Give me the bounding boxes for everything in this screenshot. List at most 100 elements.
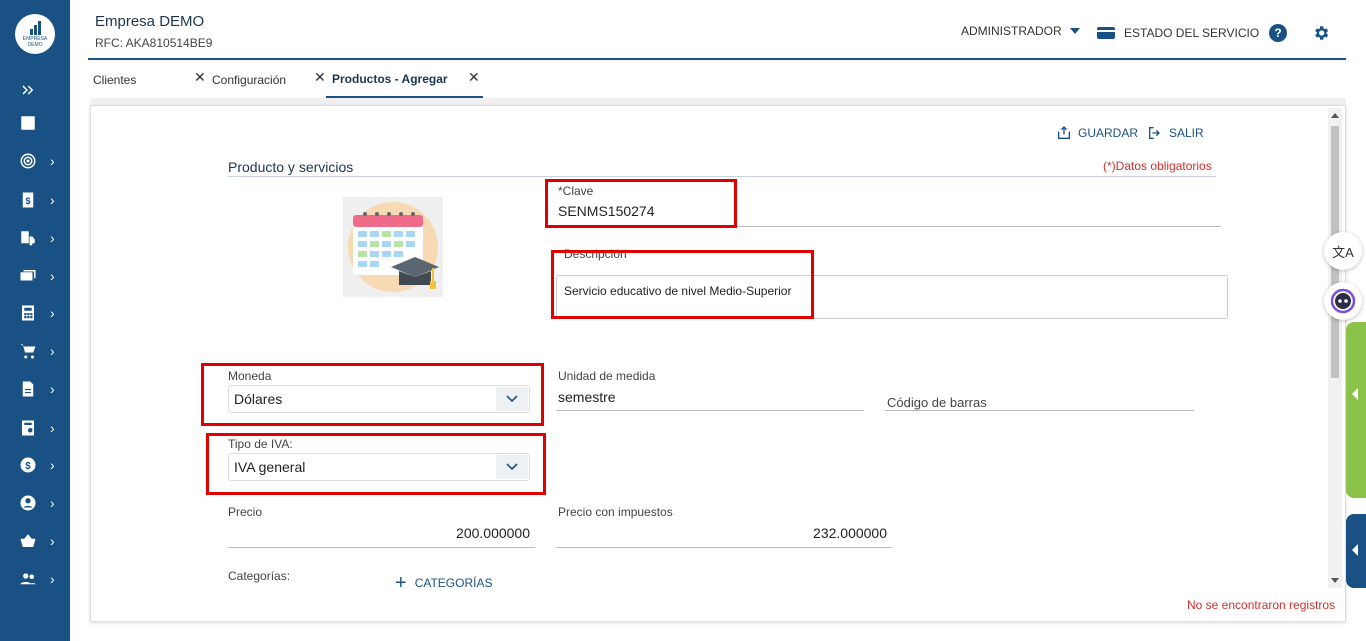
scroll-down-icon[interactable] <box>1331 578 1339 583</box>
section-title: Producto y servicios <box>228 159 354 175</box>
company-rfc: RFC: AKA810514BE9 <box>95 36 213 50</box>
cart-icon <box>19 342 37 360</box>
gear-icon[interactable] <box>1312 24 1330 42</box>
tab-label: Productos - Agregar <box>332 72 448 86</box>
precio-label: Precio <box>228 505 263 519</box>
precio-underline <box>228 547 535 548</box>
add-category-label: CATEGORÍAS <box>414 576 493 590</box>
close-icon[interactable]: ✕ <box>468 69 480 86</box>
chevron-right-icon: › <box>50 268 55 284</box>
tab-label: Clientes <box>93 73 137 87</box>
chevron-right-icon: › <box>50 495 55 511</box>
sidebar-item-basket[interactable]: › <box>0 526 70 556</box>
service-status-button[interactable]: ESTADO DEL SERVICIO <box>1097 26 1259 40</box>
sidebar-item-invoices[interactable]: $ › <box>0 185 70 215</box>
logo-bars-icon <box>29 20 41 35</box>
plus-icon: + <box>395 572 407 594</box>
invoice-dollar-icon: $ <box>19 191 37 209</box>
save-icon <box>1058 126 1070 139</box>
scroll-up-icon[interactable] <box>1331 113 1339 118</box>
dollar-circle-icon: $ <box>19 456 37 474</box>
sidebar-item-people[interactable]: › <box>0 564 70 594</box>
dashboard-icon <box>19 114 37 132</box>
calculator-icon <box>19 304 37 322</box>
tab-productos-agregar[interactable]: Productos - Agregar <box>326 62 483 98</box>
chevron-right-icon: › <box>50 571 55 587</box>
sidebar-item-payments[interactable]: › <box>0 261 70 291</box>
tab-label: Configuración <box>212 73 287 87</box>
sidebar-item-account[interactable]: › <box>0 488 70 518</box>
side-panel-toggle-blue[interactable] <box>1346 514 1366 588</box>
codigo-label: Código de barras <box>887 395 987 410</box>
sidebar-item-documents[interactable]: › <box>0 374 70 404</box>
categorias-label: Categorías: <box>228 569 291 583</box>
sidebar-item-finance[interactable]: $ › <box>0 450 70 480</box>
codigo-underline <box>885 410 1194 411</box>
highlight-iva <box>206 433 546 495</box>
chevron-right-icon: › <box>50 343 55 359</box>
unidad-underline <box>556 410 864 411</box>
calendar-graduation-icon <box>348 202 439 292</box>
sidebar-item-dashboard[interactable] <box>0 108 70 138</box>
user-name: ADMINISTRADOR <box>961 24 1062 38</box>
target-icon <box>19 152 37 170</box>
unidad-label: Unidad de medida <box>558 369 656 383</box>
sidebar-item-cart[interactable]: › <box>0 336 70 366</box>
sidebar-item-receipts[interactable]: › <box>0 413 70 443</box>
precio-impuestos-field[interactable]: 232.000000 <box>558 525 887 541</box>
receipt-icon <box>19 419 37 437</box>
double-chevron-right-icon <box>19 81 37 99</box>
vertical-scrollbar[interactable] <box>1328 108 1342 588</box>
close-icon[interactable]: ✕ <box>314 69 326 86</box>
company-logo[interactable]: EMPRESA DEMO <box>15 14 55 54</box>
sidebar: EMPRESA DEMO › $ › › › › › › › $ › › › › <box>0 0 70 641</box>
tab-clientes[interactable]: Clientes <box>93 62 136 98</box>
sidebar-item-shipping[interactable]: › <box>0 223 70 253</box>
user-menu[interactable]: ADMINISTRADOR <box>961 24 1080 38</box>
chevron-right-icon: › <box>50 153 55 169</box>
precio-impuestos-label: Precio con impuestos <box>558 505 673 519</box>
assistant-icon <box>1330 288 1356 314</box>
unidad-field[interactable]: semestre <box>558 389 616 405</box>
translate-widget[interactable]: 文A <box>1324 232 1362 270</box>
money-icon <box>19 267 37 285</box>
svg-text:$: $ <box>25 461 31 472</box>
sidebar-item-calculator[interactable]: › <box>0 298 70 328</box>
exit-label: SALIR <box>1169 126 1204 140</box>
people-icon <box>19 570 37 588</box>
tab-configuracion[interactable]: Configuración <box>212 62 286 98</box>
side-panel-toggle-green[interactable] <box>1346 322 1366 498</box>
header-divider <box>88 58 1346 60</box>
translate-icon: 文A <box>1332 244 1354 260</box>
save-label: GUARDAR <box>1078 126 1139 140</box>
credit-card-icon <box>1097 27 1115 39</box>
chevron-right-icon: › <box>50 305 55 321</box>
highlight-clave <box>545 179 737 228</box>
chevron-right-icon: › <box>50 230 55 246</box>
add-category-button[interactable]: + CATEGORÍAS <box>395 572 493 594</box>
exit-button[interactable]: SALIR <box>1147 125 1204 141</box>
service-status-label: ESTADO DEL SERVICIO <box>1124 26 1260 40</box>
document-icon <box>19 380 37 398</box>
chevron-right-icon: › <box>50 533 55 549</box>
product-image[interactable] <box>343 197 443 297</box>
sidebar-item-target[interactable]: › <box>0 146 70 176</box>
assistant-widget[interactable] <box>1324 282 1362 320</box>
account-circle-icon <box>19 494 37 512</box>
required-note: (*)Datos obligatorios <box>1103 159 1212 173</box>
chevron-right-icon: › <box>50 192 55 208</box>
caret-down-icon <box>1069 28 1080 34</box>
svg-text:$: $ <box>25 196 30 206</box>
save-button[interactable]: GUARDAR <box>1056 125 1138 141</box>
truck-document-icon <box>19 229 37 247</box>
highlight-moneda <box>201 363 544 426</box>
highlight-descripcion <box>551 250 814 319</box>
chevron-right-icon: › <box>50 420 55 436</box>
help-icon[interactable]: ? <box>1269 24 1287 42</box>
chevron-right-icon: › <box>50 381 55 397</box>
chevron-right-icon: › <box>50 457 55 473</box>
precio-field[interactable]: 200.000000 <box>228 525 530 541</box>
sidebar-toggle[interactable] <box>0 75 70 105</box>
logo-text: EMPRESA DEMO <box>22 35 48 48</box>
close-icon[interactable]: ✕ <box>194 69 206 86</box>
